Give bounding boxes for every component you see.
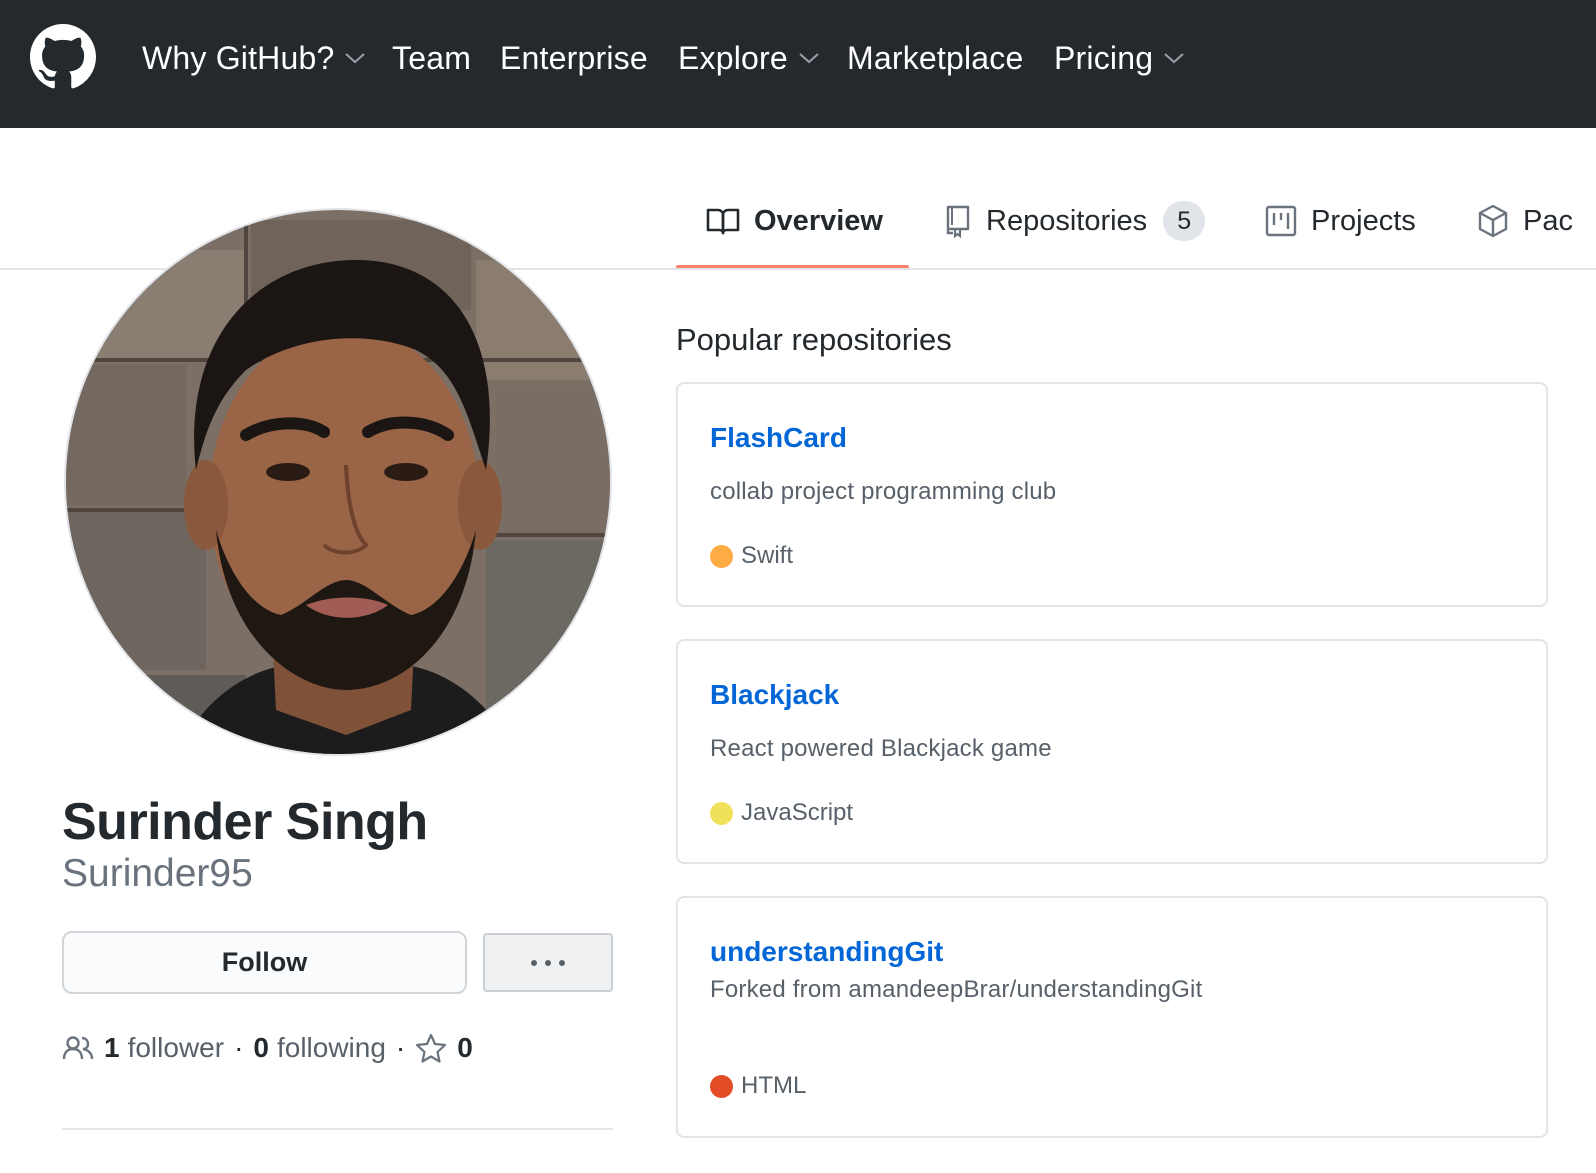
nav-marketplace[interactable]: Marketplace (847, 36, 1024, 80)
star-icon (416, 1033, 447, 1063)
follow-button[interactable]: Follow (62, 931, 467, 994)
nav-team-label: Team (392, 39, 472, 76)
language-color-dot (710, 801, 733, 825)
language-color-dot (710, 544, 733, 568)
chevron-down-icon (1164, 53, 1184, 64)
popular-repositories-heading: Popular repositories (676, 322, 952, 357)
more-options-button[interactable] (483, 933, 613, 992)
tab-projects-label: Projects (1311, 204, 1416, 237)
repo-link[interactable]: understandingGit (710, 936, 943, 968)
followers-link[interactable]: 1 follower (104, 1032, 224, 1064)
chevron-down-icon (345, 53, 366, 64)
repo-language: JavaScript (710, 799, 853, 827)
book-icon (706, 208, 740, 235)
repo-link[interactable]: FlashCard (710, 422, 847, 454)
avatar[interactable] (64, 208, 612, 756)
people-icon (62, 1036, 94, 1060)
following-count: 0 (253, 1032, 269, 1063)
language-color-dot (710, 1074, 733, 1098)
repo-language-label: JavaScript (741, 799, 854, 826)
repo-card: understandingGit Forked from amandeepBra… (676, 896, 1548, 1138)
repo-description: React powered Blackjack game (710, 735, 1052, 762)
separator-dot: · (234, 1032, 244, 1063)
nav-pricing[interactable]: Pricing (1054, 36, 1185, 80)
chevron-down-icon (799, 53, 819, 64)
repo-fork-source: Forked from amandeepBrar/understandingGi… (710, 976, 1203, 1003)
profile-stats: 1 follower · 0 following · 0 (62, 1026, 481, 1070)
avatar-image (66, 210, 610, 754)
stars-count: 0 (457, 1032, 473, 1063)
repo-language: Swift (710, 542, 793, 570)
repo-card: FlashCard collab project programming clu… (676, 382, 1548, 607)
stars-link[interactable]: 0 (415, 1032, 481, 1064)
repositories-count-badge: 5 (1163, 201, 1206, 241)
tab-overview[interactable]: Overview (706, 196, 883, 246)
repo-icon (946, 205, 970, 238)
nav-enterprise-label: Enterprise (500, 39, 648, 76)
repo-language-label: Swift (741, 542, 794, 569)
nav-why-github-label: Why GitHub? (142, 39, 335, 76)
following-link[interactable]: 0 following (253, 1032, 386, 1064)
project-icon (1265, 205, 1297, 237)
profile-full-name: Surinder Singh (62, 793, 428, 851)
nav-why-github[interactable]: Why GitHub? (142, 36, 366, 80)
tab-projects[interactable]: Projects (1265, 196, 1416, 246)
followers-label: follower (127, 1032, 225, 1063)
repo-language: HTML (710, 1072, 806, 1100)
profile-username: Surinder95 (62, 852, 253, 895)
nav-marketplace-label: Marketplace (847, 39, 1024, 76)
nav-team[interactable]: Team (392, 36, 471, 80)
following-label: following (276, 1032, 386, 1063)
nav-pricing-label: Pricing (1054, 39, 1154, 76)
tab-repositories[interactable]: Repositories 5 (944, 196, 1206, 246)
kebab-horizontal-icon (531, 959, 565, 966)
repo-description: collab project programming club (710, 478, 1057, 505)
tab-repositories-label: Repositories (986, 204, 1148, 237)
separator-dot: · (395, 1032, 406, 1063)
sidebar-divider (62, 1128, 613, 1130)
github-logo-icon[interactable] (30, 24, 96, 90)
package-icon (1478, 204, 1508, 238)
tab-overview-label: Overview (754, 204, 883, 237)
nav-explore[interactable]: Explore (678, 36, 820, 80)
site-header: Why GitHub? Team Enterprise Explore Mark… (0, 0, 1596, 128)
tab-packages-label: Pac (1523, 204, 1573, 237)
followers-count: 1 (104, 1032, 120, 1063)
nav-enterprise[interactable]: Enterprise (500, 36, 648, 80)
nav-explore-label: Explore (678, 39, 788, 76)
repo-link[interactable]: Blackjack (710, 679, 839, 711)
repo-card: Blackjack React powered Blackjack game J… (676, 639, 1548, 864)
repo-language-label: HTML (741, 1072, 807, 1099)
tab-packages[interactable]: Pac (1477, 196, 1573, 246)
